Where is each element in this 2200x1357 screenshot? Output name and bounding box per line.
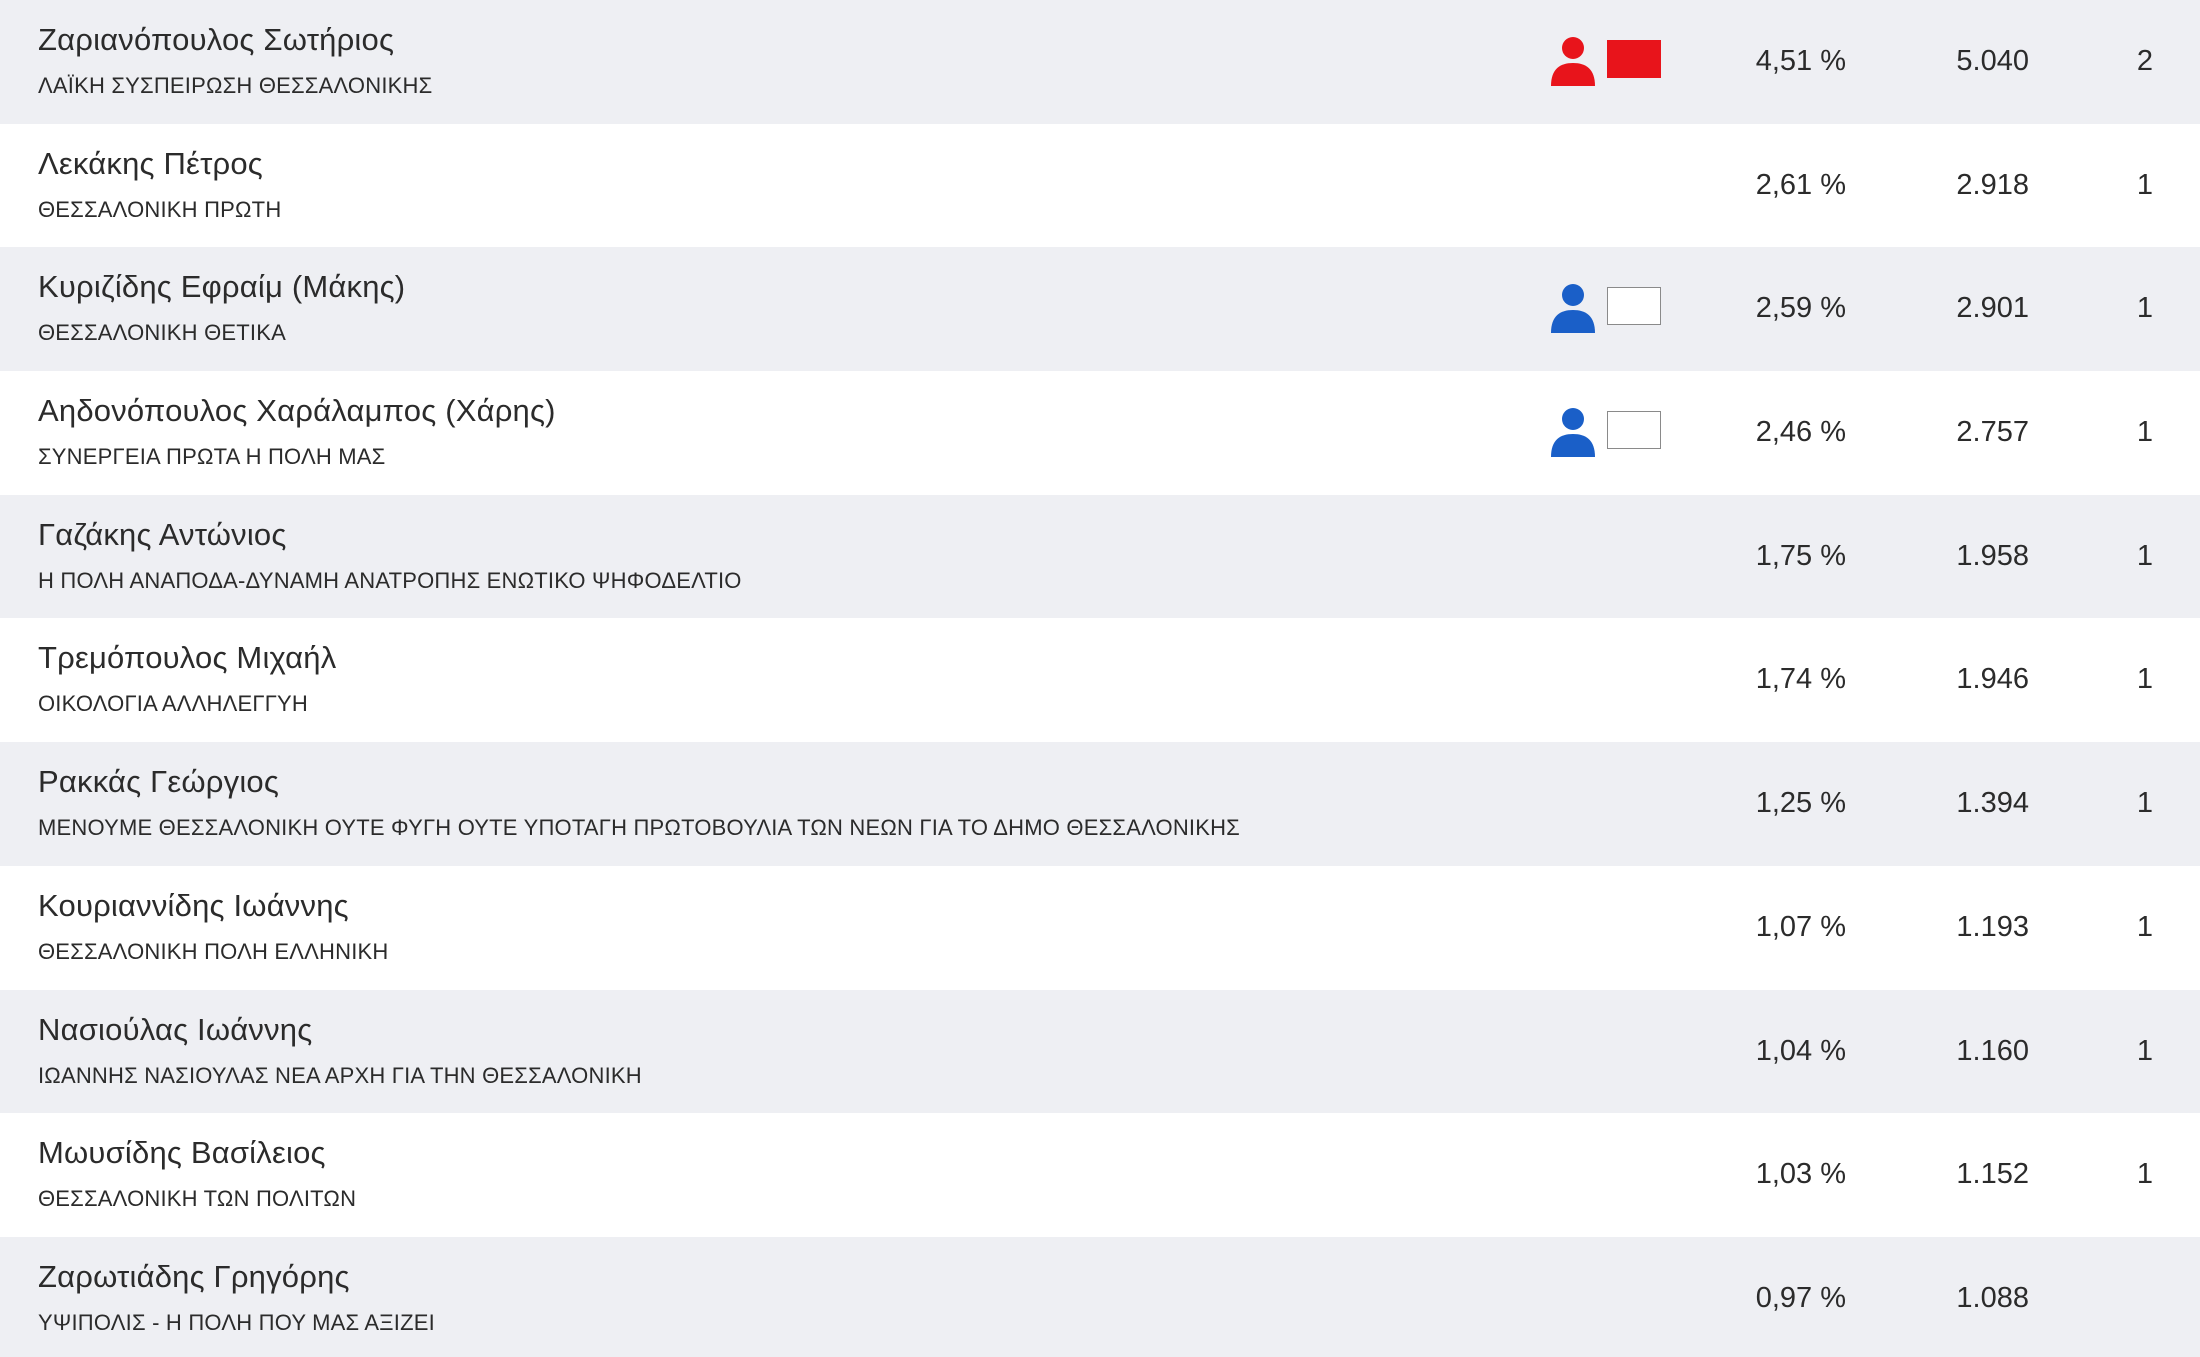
seat-count: 1	[2136, 910, 2153, 943]
candidate-row[interactable]: Ζαρωτιάδης Γρηγόρης ΥΨΙΠΟΛΙΣ - Η ΠΟΛΗ ΠΟ…	[0, 1236, 2200, 1357]
candidate-name: Κυριζίδης Εφραίμ (Μάκης)	[38, 269, 406, 305]
candidate-name: Κουριαννίδης Ιωάννης	[38, 887, 349, 923]
flag-icon	[1607, 287, 1661, 326]
vote-count: 1.152	[1956, 1158, 2029, 1191]
vote-percentage: 1,04 %	[1755, 1034, 1846, 1067]
candidate-row[interactable]: Λεκάκης Πέτρος ΘΕΣΣΑΛΟΝΙΚΗ ΠΡΩΤΗ 2,61 % …	[0, 123, 2200, 248]
vote-percentage: 1,25 %	[1755, 787, 1846, 820]
party-name: ΥΨΙΠΟΛΙΣ - Η ΠΟΛΗ ΠΟΥ ΜΑΣ ΑΞΙΖΕΙ	[38, 1309, 435, 1335]
vote-percentage: 1,03 %	[1755, 1158, 1846, 1191]
elected-marker	[1550, 36, 1662, 86]
candidate-name: Ρακκάς Γεώργιος	[38, 764, 279, 800]
seat-count: 1	[2136, 168, 2153, 201]
party-name: ΟΙΚΟΛΟΓΙΑ ΑΛΛΗΛΕΓΓΥΗ	[38, 691, 308, 717]
party-name: ΙΩΑΝΝΗΣ ΝΑΣΙΟΥΛΑΣ ΝΕΑ ΑΡΧΗ ΓΙΑ ΤΗΝ ΘΕΣΣΑ…	[38, 1062, 642, 1088]
party-name: ΘΕΣΣΑΛΟΝΙΚΗ ΤΩΝ ΠΟΛΙΤΩΝ	[38, 1186, 357, 1212]
candidate-row[interactable]: Τρεμόπουλος Μιχαήλ ΟΙΚΟΛΟΓΙΑ ΑΛΛΗΛΕΓΓΥΗ …	[0, 618, 2200, 743]
vote-percentage: 1,74 %	[1755, 663, 1846, 696]
seat-count: 1	[2136, 416, 2153, 449]
seat-count: 2	[2136, 45, 2153, 77]
candidate-row[interactable]: Γαζάκης Αντώνιος Η ΠΟΛΗ ΑΝΑΠΟΔΑ-ΔΥΝΑΜΗ Α…	[0, 494, 2200, 619]
party-name: ΛΑΪΚΗ ΣΥΣΠΕΙΡΩΣΗ ΘΕΣΣΑΛΟΝΙΚΗΣ	[38, 73, 433, 98]
elected-marker	[1550, 407, 1662, 458]
vote-count: 1.958	[1956, 539, 2029, 572]
candidate-row[interactable]: Ρακκάς Γεώργιος ΜΕΝΟΥΜΕ ΘΕΣΣΑΛΟΝΙΚΗ ΟΥΤΕ…	[0, 742, 2200, 866]
candidate-name: Ζαριανόπουλος Σωτήριος	[38, 22, 395, 57]
candidate-row[interactable]: Νασιούλας Ιωάννης ΙΩΑΝΝΗΣ ΝΑΣΙΟΥΛΑΣ ΝΕΑ …	[0, 989, 2200, 1114]
vote-count: 2.757	[1956, 416, 2029, 449]
candidate-name: Λεκάκης Πέτρος	[38, 145, 263, 181]
vote-count: 1.088	[1956, 1281, 2029, 1314]
vote-percentage: 4,51 %	[1755, 45, 1846, 77]
party-name: ΜΕΝΟΥΜΕ ΘΕΣΣΑΛΟΝΙΚΗ ΟΥΤΕ ΦΥΓΗ ΟΥΤΕ ΥΠΟΤΑ…	[38, 815, 1240, 841]
vote-percentage: 2,46 %	[1755, 416, 1846, 449]
candidate-name: Νασιούλας Ιωάννης	[38, 1011, 313, 1047]
person-icon	[1551, 284, 1595, 334]
person-icon	[1551, 408, 1595, 458]
candidate-row[interactable]: Μωυσίδης Βασίλειος ΘΕΣΣΑΛΟΝΙΚΗ ΤΩΝ ΠΟΛΙΤ…	[0, 1113, 2200, 1237]
vote-count: 1.160	[1956, 1034, 2029, 1067]
candidate-row[interactable]: Αηδονόπουλος Χαράλαμπος (Χάρης) ΣΥΝΕΡΓΕΙ…	[0, 371, 2200, 495]
flag-icon	[1607, 40, 1661, 78]
candidate-row[interactable]: Ζαριανόπουλος Σωτήριος ΛΑΪΚΗ ΣΥΣΠΕΙΡΩΣΗ …	[0, 0, 2200, 124]
seat-count: 1	[2136, 292, 2153, 325]
seat-count: 1	[2136, 787, 2153, 820]
party-name: ΘΕΣΣΑΛΟΝΙΚΗ ΠΡΩΤΗ	[38, 196, 282, 222]
flag-icon	[1607, 411, 1661, 450]
vote-percentage: 0,97 %	[1755, 1281, 1846, 1314]
vote-percentage: 2,61 %	[1755, 168, 1846, 201]
person-icon	[1551, 37, 1595, 86]
candidate-name: Μωυσίδης Βασίλειος	[38, 1135, 326, 1171]
party-name: ΘΕΣΣΑΛΟΝΙΚΗ ΠΟΛΗ ΕΛΛΗΝΙΚΗ	[38, 938, 389, 964]
vote-percentage: 1,75 %	[1755, 539, 1846, 572]
candidate-row[interactable]: Κουριαννίδης Ιωάννης ΘΕΣΣΑΛΟΝΙΚΗ ΠΟΛΗ ΕΛ…	[0, 865, 2200, 990]
candidate-row[interactable]: Κυριζίδης Εφραίμ (Μάκης) ΘΕΣΣΑΛΟΝΙΚΗ ΘΕΤ…	[0, 247, 2200, 372]
party-name: ΣΥΝΕΡΓΕΙΑ ΠΡΩΤΑ Η ΠΟΛΗ ΜΑΣ	[38, 444, 386, 470]
candidate-name: Τρεμόπουλος Μιχαήλ	[38, 640, 337, 676]
vote-count: 1.193	[1956, 910, 2029, 943]
seat-count: 1	[2136, 1034, 2153, 1067]
seat-count: 1	[2136, 539, 2153, 572]
vote-count: 5.040	[1956, 45, 2029, 77]
vote-count: 1.394	[1956, 787, 2029, 820]
elected-marker	[1550, 283, 1662, 334]
vote-percentage: 1,07 %	[1755, 910, 1846, 943]
party-name: ΘΕΣΣΑΛΟΝΙΚΗ ΘΕΤΙΚΑ	[38, 320, 286, 346]
vote-count: 2.918	[1956, 168, 2029, 201]
seat-count: 1	[2136, 663, 2153, 696]
vote-count: 1.946	[1956, 663, 2029, 696]
candidate-name: Ζαρωτιάδης Γρηγόρης	[38, 1258, 350, 1294]
vote-count: 2.901	[1956, 292, 2029, 325]
candidate-name: Γαζάκης Αντώνιος	[38, 516, 287, 552]
seat-count: 1	[2136, 1158, 2153, 1191]
candidate-name: Αηδονόπουλος Χαράλαμπος (Χάρης)	[38, 393, 556, 429]
vote-percentage: 2,59 %	[1755, 292, 1846, 325]
party-name: Η ΠΟΛΗ ΑΝΑΠΟΔΑ-ΔΥΝΑΜΗ ΑΝΑΤΡΟΠΗΣ ΕΝΩΤΙΚΟ …	[38, 567, 742, 593]
results-table: Ζαριανόπουλος Σωτήριος ΛΑΪΚΗ ΣΥΣΠΕΙΡΩΣΗ …	[0, 0, 2200, 1357]
